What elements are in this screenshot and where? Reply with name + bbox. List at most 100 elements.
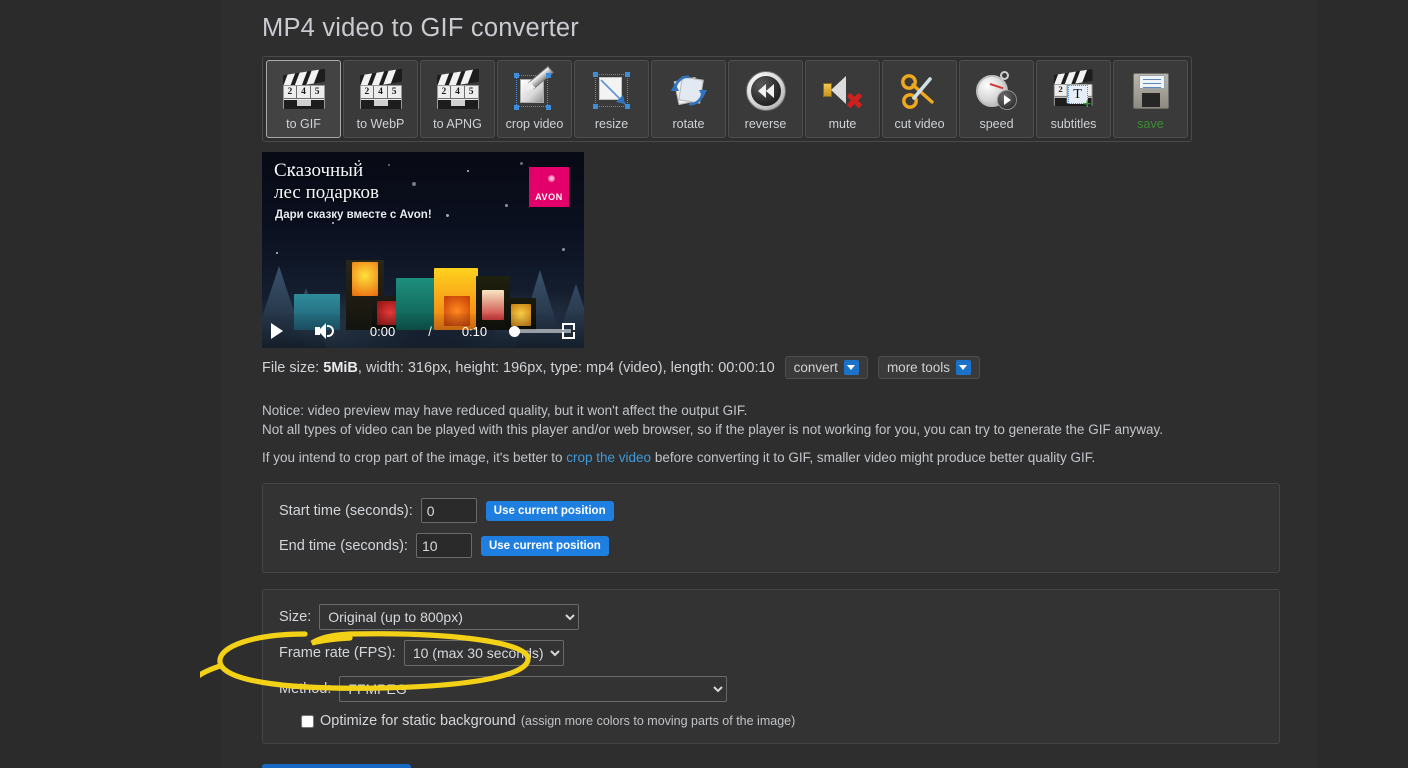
method-select[interactable]: FFMPEG xyxy=(339,676,727,702)
size-label: Size: xyxy=(279,609,311,625)
method-row: Method: FFMPEG xyxy=(279,676,1263,702)
tool-subtitles[interactable]: 2 T + subtitles xyxy=(1036,60,1111,138)
clapper-num-1: 2 xyxy=(284,86,298,98)
time-separator: / xyxy=(428,324,432,339)
floppy-save-icon xyxy=(1131,68,1171,114)
stopwatch-icon xyxy=(975,68,1019,114)
size-row: Size: Original (up to 800px) xyxy=(279,604,1263,630)
video-controls: 0:00 / 0:10 xyxy=(262,314,584,348)
end-time-input[interactable] xyxy=(416,533,472,558)
tool-label: to GIF xyxy=(286,117,321,131)
tool-label: rotate xyxy=(673,117,705,131)
chevron-down-icon xyxy=(844,360,859,375)
file-size-value: 5MiB xyxy=(323,360,358,376)
avon-logo: AVON xyxy=(529,167,569,207)
content-column: MP4 video to GIF converter 2 4 5 xyxy=(222,0,1318,768)
tool-mute[interactable]: mute xyxy=(805,60,880,138)
tool-label: crop video xyxy=(506,117,564,131)
clapper-num-2: 4 xyxy=(451,86,465,98)
optimize-label: Optimize for static background xyxy=(320,713,516,729)
clapper-num-1: 2 xyxy=(361,86,375,98)
avon-logo-text: AVON xyxy=(535,192,563,207)
page-title: MP4 video to GIF converter xyxy=(262,0,1282,43)
notice-line-3-after: before converting it to GIF, smaller vid… xyxy=(651,450,1095,465)
size-select[interactable]: Original (up to 800px) xyxy=(319,604,579,630)
mute-speaker-icon xyxy=(821,68,865,114)
optimize-row: Optimize for static background (assign m… xyxy=(301,713,1263,729)
file-size-prefix: File size: xyxy=(262,360,319,376)
resize-icon xyxy=(591,68,633,114)
start-time-label: Start time (seconds): xyxy=(279,503,413,519)
duration: 0:10 xyxy=(462,324,487,339)
clapperboard-icon: 2 4 5 xyxy=(281,68,327,114)
clapperboard-icon: 2 4 5 xyxy=(358,68,404,114)
method-label: Method: xyxy=(279,681,331,697)
tool-to-gif[interactable]: 2 4 5 to GIF xyxy=(266,60,341,138)
subtitles-icon: 2 T + xyxy=(1052,68,1096,114)
tool-reverse[interactable]: reverse xyxy=(728,60,803,138)
seek-slider[interactable] xyxy=(509,324,561,338)
optimize-checkbox[interactable] xyxy=(301,715,314,728)
fullscreen-icon[interactable] xyxy=(562,323,576,339)
tool-label: to APNG xyxy=(433,117,482,131)
video-overlay-title: Сказочный лес подарков xyxy=(274,160,379,204)
tool-label: speed xyxy=(979,117,1013,131)
file-info-bar: File size: 5MiB, width: 316px, height: 1… xyxy=(262,356,1282,379)
overlay-title-line1: Сказочный xyxy=(274,160,379,182)
crop-icon xyxy=(513,68,557,114)
start-use-current-position-button[interactable]: Use current position xyxy=(486,501,614,521)
end-time-label: End time (seconds): xyxy=(279,538,408,554)
fps-label: Frame rate (FPS): xyxy=(279,645,396,661)
notice-line-3-before: If you intend to crop part of the image,… xyxy=(262,450,566,465)
clapper-num-1: 2 xyxy=(438,86,452,98)
tool-label: subtitles xyxy=(1051,117,1097,131)
tool-label: resize xyxy=(595,117,628,131)
tool-to-apng[interactable]: 2 4 5 to APNG xyxy=(420,60,495,138)
video-overlay-subtitle: Дари сказку вместе с Avon! xyxy=(275,209,432,221)
notice-line-2: Not all types of video can be played wit… xyxy=(262,420,1282,439)
play-button[interactable] xyxy=(271,323,283,339)
fps-select[interactable]: 10 (max 30 seconds) xyxy=(404,640,564,666)
volume-icon[interactable] xyxy=(315,323,332,339)
tool-label: cut video xyxy=(894,117,944,131)
notice-line-3: If you intend to crop part of the image,… xyxy=(262,448,1282,467)
start-time-row: Start time (seconds): Use current positi… xyxy=(279,498,1263,523)
tool-save[interactable]: save xyxy=(1113,60,1188,138)
clapper-num-2: 4 xyxy=(374,86,388,98)
tool-rotate[interactable]: rotate xyxy=(651,60,726,138)
tool-resize[interactable]: resize xyxy=(574,60,649,138)
current-time: 0:00 xyxy=(370,324,395,339)
video-player[interactable]: Сказочный лес подарков Дари сказку вмест… xyxy=(262,152,584,348)
more-tools-label: more tools xyxy=(887,360,950,375)
tool-to-webp[interactable]: 2 4 5 to WebP xyxy=(343,60,418,138)
content-inner: MP4 video to GIF converter 2 4 5 xyxy=(262,0,1282,768)
clapper-num-3: 5 xyxy=(311,86,324,98)
rotate-icon xyxy=(667,68,711,114)
convert-dropdown-button[interactable]: convert xyxy=(785,356,868,379)
tool-crop-video[interactable]: crop video xyxy=(497,60,572,138)
tool-label: reverse xyxy=(745,117,787,131)
tool-cut-video[interactable]: cut video xyxy=(882,60,957,138)
scissors-icon xyxy=(899,68,941,114)
fps-row: Frame rate (FPS): 10 (max 30 seconds) xyxy=(279,640,1263,666)
clapper-num-2: 4 xyxy=(297,86,311,98)
file-details: , width: 316px, height: 196px, type: mp4… xyxy=(358,360,775,376)
clapper-num-3: 5 xyxy=(465,86,478,98)
more-tools-dropdown-button[interactable]: more tools xyxy=(878,356,980,379)
end-time-row: End time (seconds): Use current position xyxy=(279,533,1263,558)
tool-label: save xyxy=(1137,117,1163,131)
time-range-panel: Start time (seconds): Use current positi… xyxy=(262,483,1280,573)
crop-the-video-link[interactable]: crop the video xyxy=(566,450,651,465)
convert-label: convert xyxy=(794,360,838,375)
start-time-input[interactable] xyxy=(421,498,477,523)
tool-label: to WebP xyxy=(357,117,405,131)
clapperboard-icon: 2 4 5 xyxy=(435,68,481,114)
convert-to-gif-button[interactable]: Convert to GIF! xyxy=(262,764,411,768)
rewind-icon xyxy=(746,68,786,114)
options-panel: Size: Original (up to 800px) Frame rate … xyxy=(262,589,1280,744)
tool-speed[interactable]: speed xyxy=(959,60,1034,138)
end-use-current-position-button[interactable]: Use current position xyxy=(481,536,609,556)
chevron-down-icon xyxy=(956,360,971,375)
overlay-title-line2: лес подарков xyxy=(274,182,379,204)
clapper-num-3: 5 xyxy=(388,86,401,98)
